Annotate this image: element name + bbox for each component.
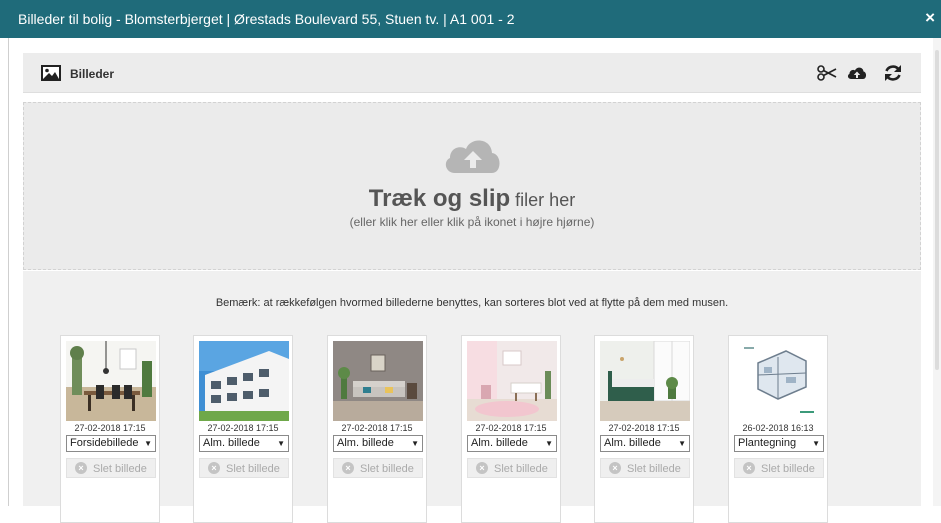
image-card[interactable]: 27-02-2018 17:15 Alm. billede ▼ × Slet bil… — [461, 335, 561, 523]
image-type-value: Alm. billede — [337, 437, 394, 449]
image-date: 27-02-2018 17:15 — [341, 423, 413, 433]
image-type-select[interactable]: Alm. billede ▼ — [333, 435, 423, 452]
dropzone-strong-text: Træk og slip — [368, 185, 511, 212]
dialog-content: Billeder Træk og slip filer her (eller k… — [8, 38, 933, 523]
image-date: 27-02-2018 17:15 — [475, 423, 547, 433]
image-date: 26-02-2018 16:13 — [742, 423, 814, 433]
delete-image-button[interactable]: × Slet billede — [600, 458, 690, 478]
remove-icon: × — [476, 462, 488, 474]
delete-label: Slet billede — [761, 463, 815, 475]
scrollbar-thumb[interactable] — [935, 50, 939, 370]
scrollbar[interactable] — [933, 38, 941, 506]
image-type-value: Alm. billede — [604, 437, 661, 449]
dropzone-hint: (eller klik her eller klik på ikonet i h… — [349, 215, 595, 229]
dropdown-arrow-icon: ▼ — [678, 439, 686, 448]
image-card[interactable]: 27-02-2018 17:15 Alm. billede ▼ × Slet bil… — [193, 335, 293, 523]
image-card[interactable]: 26-02-2018 16:13 Plantegning ▼ × Slet bill… — [728, 335, 828, 523]
image-type-value: Alm. billede — [203, 437, 260, 449]
thumbnail — [333, 341, 423, 421]
remove-icon: × — [743, 462, 755, 474]
thumbnail — [467, 341, 557, 421]
remove-icon: × — [609, 462, 621, 474]
image-type-select[interactable]: Alm. billede ▼ — [600, 435, 690, 452]
cloud-upload-icon — [445, 140, 500, 173]
dropzone-rest-text: filer her — [510, 190, 576, 210]
image-type-select[interactable]: Alm. billede ▼ — [467, 435, 557, 452]
image-date: 27-02-2018 17:15 — [207, 423, 279, 433]
delete-label: Slet billede — [360, 463, 414, 475]
panel-title: Billeder — [70, 67, 115, 81]
image-type-select[interactable]: Plantegning ▼ — [734, 435, 824, 452]
dropdown-arrow-icon: ▼ — [277, 439, 285, 448]
delete-label: Slet billede — [627, 463, 681, 475]
delete-image-button[interactable]: × Slet billede — [199, 458, 289, 478]
scissors-icon[interactable] — [816, 62, 838, 84]
dialog-titlebar: Billeder til bolig - Blomsterbjerget | Ø… — [0, 0, 941, 38]
dropdown-arrow-icon: ▼ — [812, 439, 820, 448]
image-type-value: Alm. billede — [471, 437, 528, 449]
refresh-icon[interactable] — [882, 62, 904, 84]
delete-label: Slet billede — [226, 463, 280, 475]
thumbnail — [66, 341, 156, 421]
upload-dropzone[interactable]: Træk og slip filer her (eller klik her e… — [23, 102, 921, 270]
remove-icon: × — [208, 462, 220, 474]
image-date: 27-02-2018 17:15 — [74, 423, 146, 433]
thumbnail — [734, 341, 824, 421]
image-date: 27-02-2018 17:15 — [608, 423, 680, 433]
image-type-select[interactable]: Alm. billede ▼ — [199, 435, 289, 452]
dropdown-arrow-icon: ▼ — [411, 439, 419, 448]
image-card[interactable]: 27-02-2018 17:15 Forsidebillede ▼ × Slet b… — [60, 335, 160, 523]
remove-icon: × — [75, 462, 87, 474]
remove-icon: × — [342, 462, 354, 474]
image-type-value: Forsidebillede — [70, 437, 139, 449]
image-card[interactable]: 27-02-2018 17:15 Alm. billede ▼ × Slet bil… — [594, 335, 694, 523]
delete-image-button[interactable]: × Slet billede — [467, 458, 557, 478]
panel-header: Billeder — [23, 53, 921, 93]
thumbnail — [199, 341, 289, 421]
dropdown-arrow-icon: ▼ — [545, 439, 553, 448]
cloud-upload-icon[interactable] — [846, 62, 868, 84]
image-icon — [41, 65, 61, 81]
delete-image-button[interactable]: × Slet billede — [66, 458, 156, 478]
image-card[interactable]: 27-02-2018 17:15 Alm. billede ▼ × Slet bil… — [327, 335, 427, 523]
sort-notice: Bemærk: at rækkefølgen hvormed billedern… — [215, 297, 729, 309]
dropzone-heading: Træk og slip filer her — [24, 185, 920, 213]
delete-label: Slet billede — [494, 463, 548, 475]
image-type-select[interactable]: Forsidebillede ▼ — [66, 435, 156, 452]
delete-image-button[interactable]: × Slet billede — [333, 458, 423, 478]
close-icon[interactable]: × — [925, 8, 935, 28]
dropdown-arrow-icon: ▼ — [144, 439, 152, 448]
dialog-title: Billeder til bolig - Blomsterbjerget | Ø… — [18, 11, 515, 27]
delete-image-button[interactable]: × Slet billede — [734, 458, 824, 478]
image-type-value: Plantegning — [738, 437, 797, 449]
delete-label: Slet billede — [93, 463, 147, 475]
thumbnail — [600, 341, 690, 421]
